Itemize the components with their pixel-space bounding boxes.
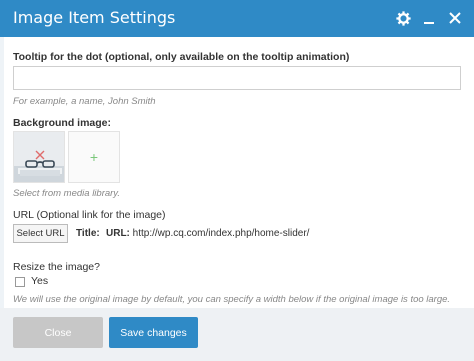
plus-icon: +	[89, 149, 99, 165]
url-link-text: http://wp.cq.com/index.php/home-slider/	[132, 228, 310, 239]
resize-checkbox[interactable]	[15, 277, 25, 287]
tooltip-hint: For example, a name, John Smith	[13, 96, 156, 107]
tooltip-label: Tooltip for the dot (optional, only avai…	[13, 51, 350, 63]
url-value: URL: http://wp.cq.com/index.php/home-sli…	[106, 228, 309, 239]
dialog-titlebar: Image Item Settings	[0, 0, 474, 37]
dialog-title: Image Item Settings	[13, 8, 176, 27]
add-image-button[interactable]: +	[68, 131, 120, 183]
background-image-thumbnail[interactable]	[13, 131, 65, 183]
tooltip-input[interactable]	[13, 66, 461, 90]
close-button[interactable]: Close	[13, 317, 103, 348]
resize-hint: We will use the original image by defaul…	[13, 294, 451, 305]
select-url-button[interactable]: Select URL	[13, 224, 68, 243]
url-field-label: URL:	[106, 228, 130, 239]
resize-label: Resize the image?	[13, 261, 100, 273]
resize-yes-label[interactable]: Yes	[31, 275, 48, 287]
close-icon[interactable]	[446, 9, 464, 27]
minimize-icon[interactable]	[420, 9, 438, 27]
gear-icon[interactable]	[394, 9, 412, 27]
media-library-hint: Select from media library.	[13, 188, 120, 199]
background-image-label: Background image:	[13, 117, 112, 129]
left-edge-strip	[0, 37, 4, 317]
url-title-label: Title:	[76, 228, 100, 239]
save-changes-button[interactable]: Save changes	[109, 317, 198, 348]
url-label: URL (Optional link for the image)	[13, 209, 166, 221]
glasses-photo-icon	[14, 132, 64, 182]
titlebar-icons	[394, 9, 464, 27]
